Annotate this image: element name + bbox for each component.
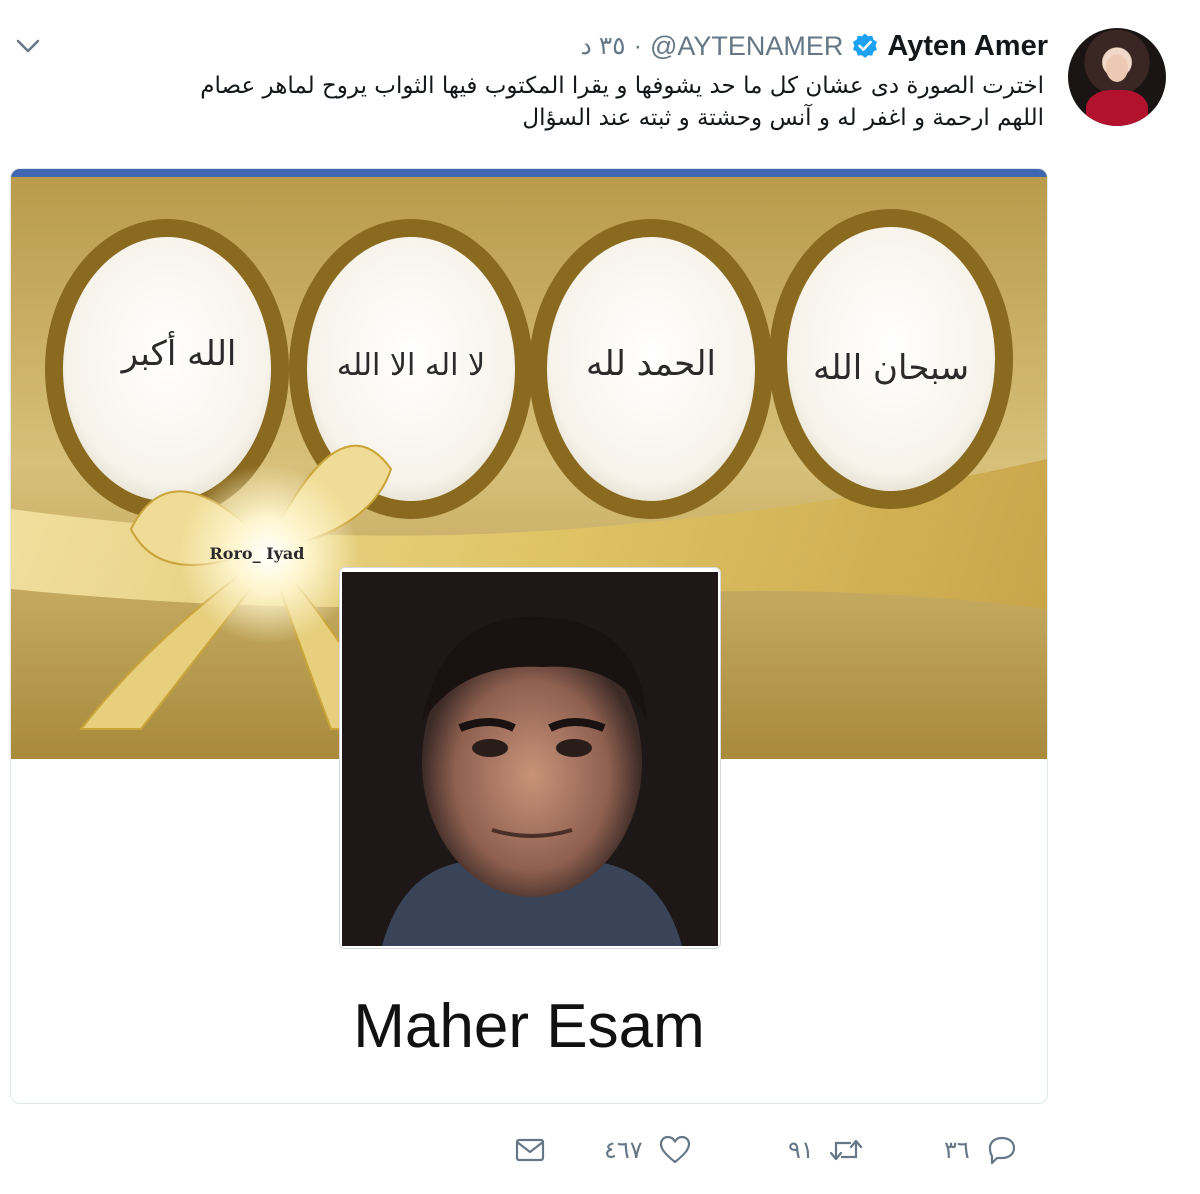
profile-picture-frame xyxy=(339,567,721,949)
tweet[interactable]: ٣٥ د · @AYTENAMER Ayten Amer اخترت الصور… xyxy=(0,0,1200,1194)
author-name[interactable]: Ayten Amer xyxy=(887,30,1048,63)
like-count: ٤٦٧ xyxy=(604,1136,643,1164)
tweet-actions: ٤٦٧ ٩١ ٣٦ xyxy=(512,1128,1052,1174)
tweet-text-line-1: اخترت الصورة دى عشان كل ما حد يشوفها و ي… xyxy=(200,73,1044,99)
retweet-icon xyxy=(829,1139,862,1161)
oval-text-4: الله أكبر xyxy=(120,331,237,374)
oval-text-2: الحمد لله xyxy=(586,344,716,384)
chevron-down-icon[interactable] xyxy=(14,34,42,58)
direct-message-icon xyxy=(515,1138,545,1162)
retweet-button[interactable]: ٩١ xyxy=(788,1132,864,1168)
oval-text-3: لا اله الا الله xyxy=(337,348,485,383)
separator-dot: · xyxy=(633,31,642,60)
tweet-timestamp[interactable]: ٣٥ د xyxy=(581,31,626,61)
tweet-text: اخترت الصورة دى عشان كل ما حد يشوفها و ي… xyxy=(14,70,1044,134)
watermark: Roro_ Iyad xyxy=(210,544,305,563)
profile-name: Maher Esam xyxy=(353,992,705,1061)
reply-icon xyxy=(988,1136,1015,1165)
like-button[interactable]: ٤٦٧ xyxy=(604,1132,693,1168)
reply-button[interactable]: ٣٦ xyxy=(944,1132,1020,1168)
direct-message-button[interactable] xyxy=(512,1132,548,1168)
verified-badge-icon xyxy=(853,33,878,58)
tweet-header: ٣٥ د · @AYTENAMER Ayten Amer xyxy=(581,28,1048,64)
like-icon xyxy=(659,1135,690,1164)
profile-photo xyxy=(342,572,718,946)
attached-image[interactable]: سبحان الله الحمد لله لا اله الا الله الل… xyxy=(10,168,1048,1104)
author-handle[interactable]: @AYTENAMER xyxy=(650,31,843,62)
tweet-text-line-2: اللهم ارحمة و اغفر له و آنس وحشتة و ثبته… xyxy=(522,105,1044,131)
reply-count: ٣٦ xyxy=(944,1136,970,1164)
avatar[interactable] xyxy=(1068,28,1166,126)
oval-text-1: سبحان الله xyxy=(813,348,969,388)
retweet-count: ٩١ xyxy=(788,1136,814,1164)
